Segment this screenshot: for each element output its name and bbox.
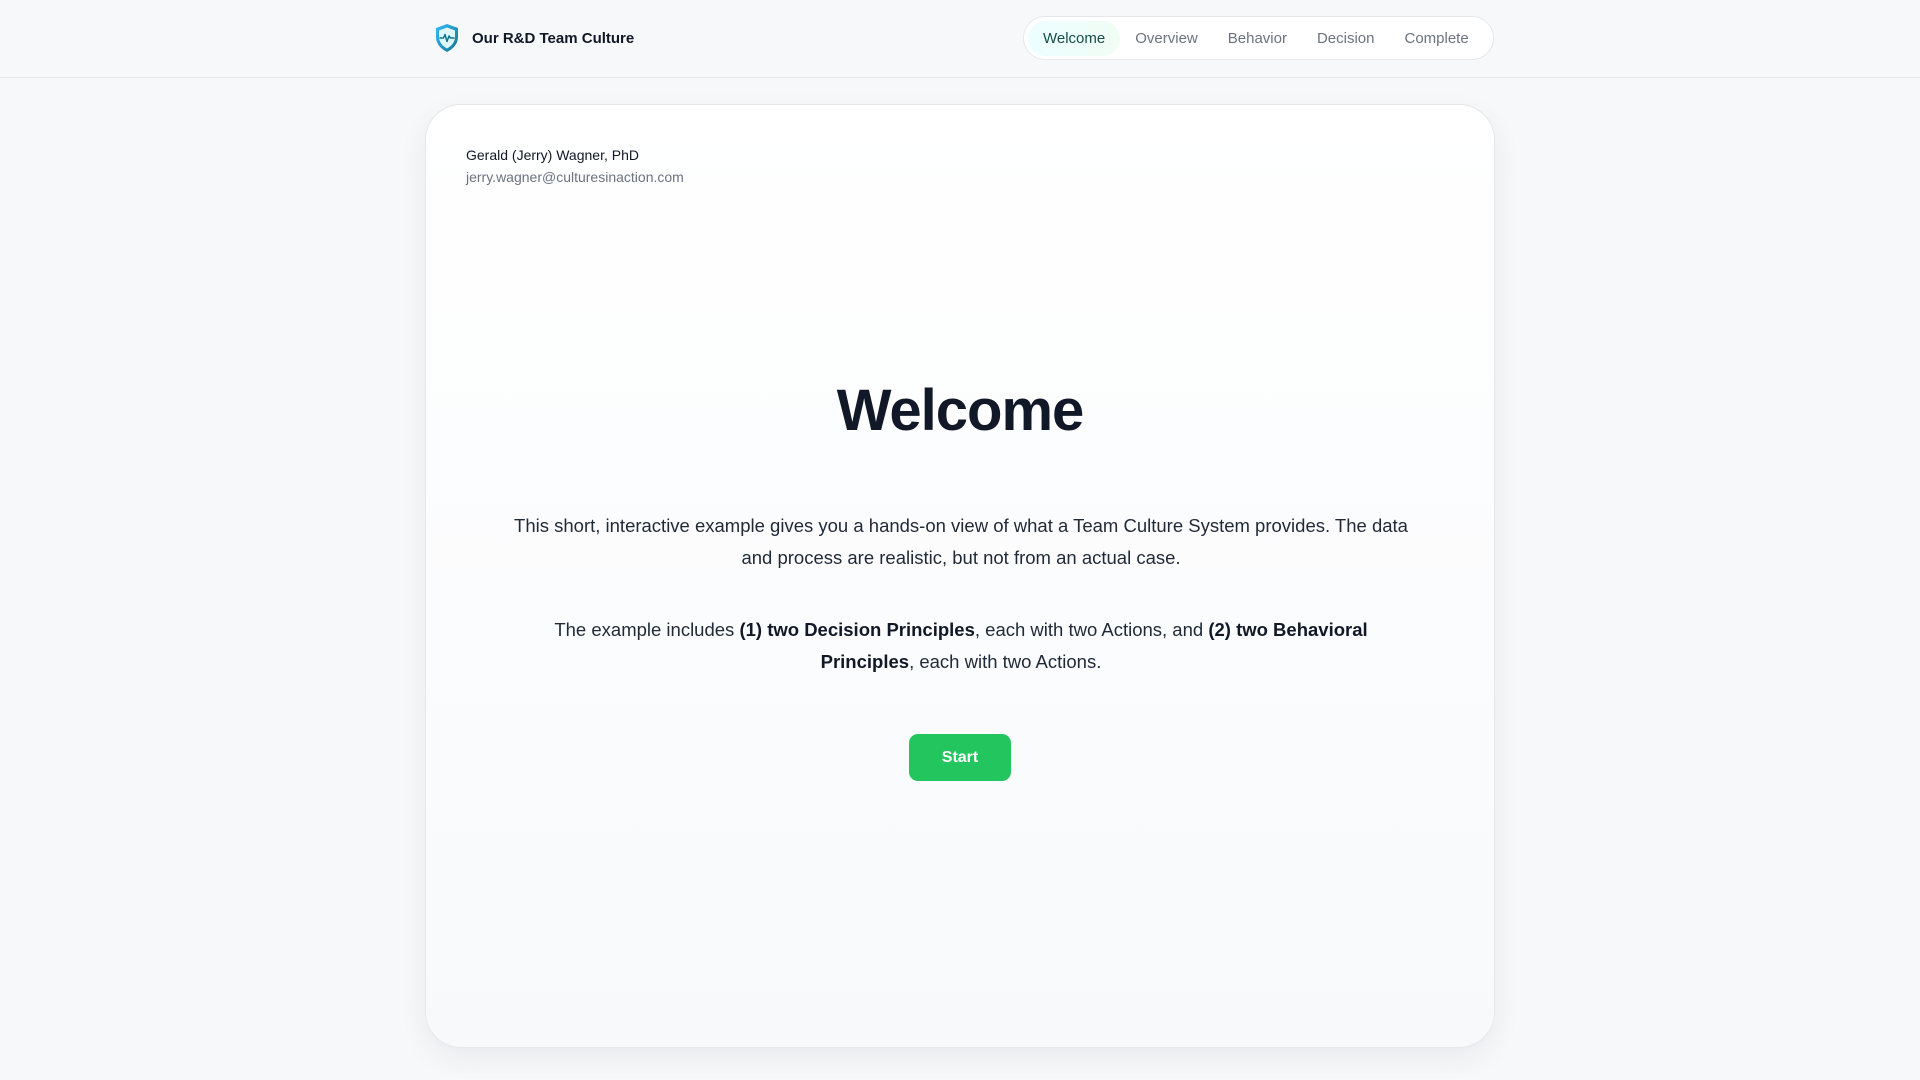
includes-paragraph: The example includes (1) two Decision Pr… [506, 614, 1416, 678]
author-block: Gerald (Jerry) Wagner, PhD jerry.wagner@… [466, 147, 684, 185]
page-title: Welcome [836, 378, 1085, 443]
decision-principles-text: (1) two Decision Principles [739, 619, 975, 640]
includes-prefix: The example includes [554, 619, 740, 640]
includes-mid: , each with two Actions, and [974, 619, 1209, 640]
author-email: jerry.wagner@culturesinaction.com [466, 169, 684, 185]
tab-behavior[interactable]: Behavior [1213, 21, 1302, 56]
includes-suffix: , each with two Actions. [909, 651, 1102, 672]
start-button[interactable]: Start [909, 734, 1011, 781]
step-nav: Welcome Overview Behavior Decision Compl… [1023, 16, 1494, 60]
top-bar: Our R&D Team Culture Welcome Overview Be… [0, 0, 1920, 78]
author-name: Gerald (Jerry) Wagner, PhD [466, 147, 639, 163]
tab-decision[interactable]: Decision [1302, 21, 1390, 56]
tab-welcome[interactable]: Welcome [1028, 20, 1121, 56]
app-title: Our R&D Team Culture [472, 29, 635, 47]
welcome-card: Gerald (Jerry) Wagner, PhD jerry.wagner@… [425, 104, 1495, 1048]
shield-heartbeat-icon [436, 24, 458, 52]
intro-paragraph: This short, interactive example gives yo… [514, 515, 1408, 568]
brand[interactable]: Our R&D Team Culture [434, 23, 634, 53]
tab-complete[interactable]: Complete [1390, 21, 1484, 56]
tab-overview[interactable]: Overview [1120, 21, 1213, 56]
